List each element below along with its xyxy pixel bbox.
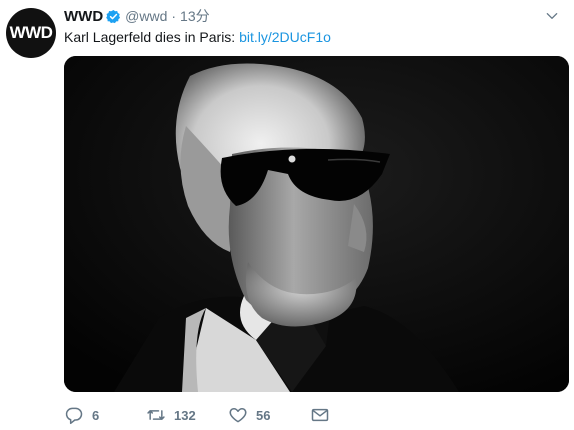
avatar-logo: WWD [9, 23, 53, 42]
tweet-body: Karl Lagerfeld dies in Paris: [64, 29, 240, 45]
direct-message-button[interactable] [310, 405, 330, 425]
tweet-photo[interactable] [64, 56, 569, 392]
separator-dot: · [171, 8, 177, 24]
tweet-link[interactable]: bit.ly/2DUcF1o [239, 29, 331, 45]
tweet-header: WWD @wwd · 13分 [64, 6, 560, 26]
reply-button[interactable]: 6 [64, 405, 146, 425]
reply-icon [65, 407, 83, 425]
avatar[interactable]: WWD [6, 8, 56, 58]
like-count: 56 [256, 407, 271, 423]
chevron-down-icon[interactable] [544, 8, 560, 24]
envelope-icon [311, 408, 329, 422]
user-handle[interactable]: @wwd [125, 8, 167, 24]
retweet-count: 132 [174, 407, 196, 423]
verified-badge-icon [106, 9, 121, 23]
like-button[interactable]: 56 [228, 405, 310, 425]
heart-icon [229, 408, 247, 423]
reply-count: 6 [92, 407, 100, 423]
tweet-text: Karl Lagerfeld dies in Paris: bit.ly/2DU… [64, 28, 560, 46]
timestamp[interactable]: 13分 [180, 6, 210, 26]
tweet-actions: 6 132 56 [64, 404, 330, 426]
retweet-button[interactable]: 132 [146, 405, 228, 425]
display-name[interactable]: WWD [64, 8, 103, 25]
portrait-image [64, 56, 569, 392]
retweet-icon [147, 410, 165, 420]
